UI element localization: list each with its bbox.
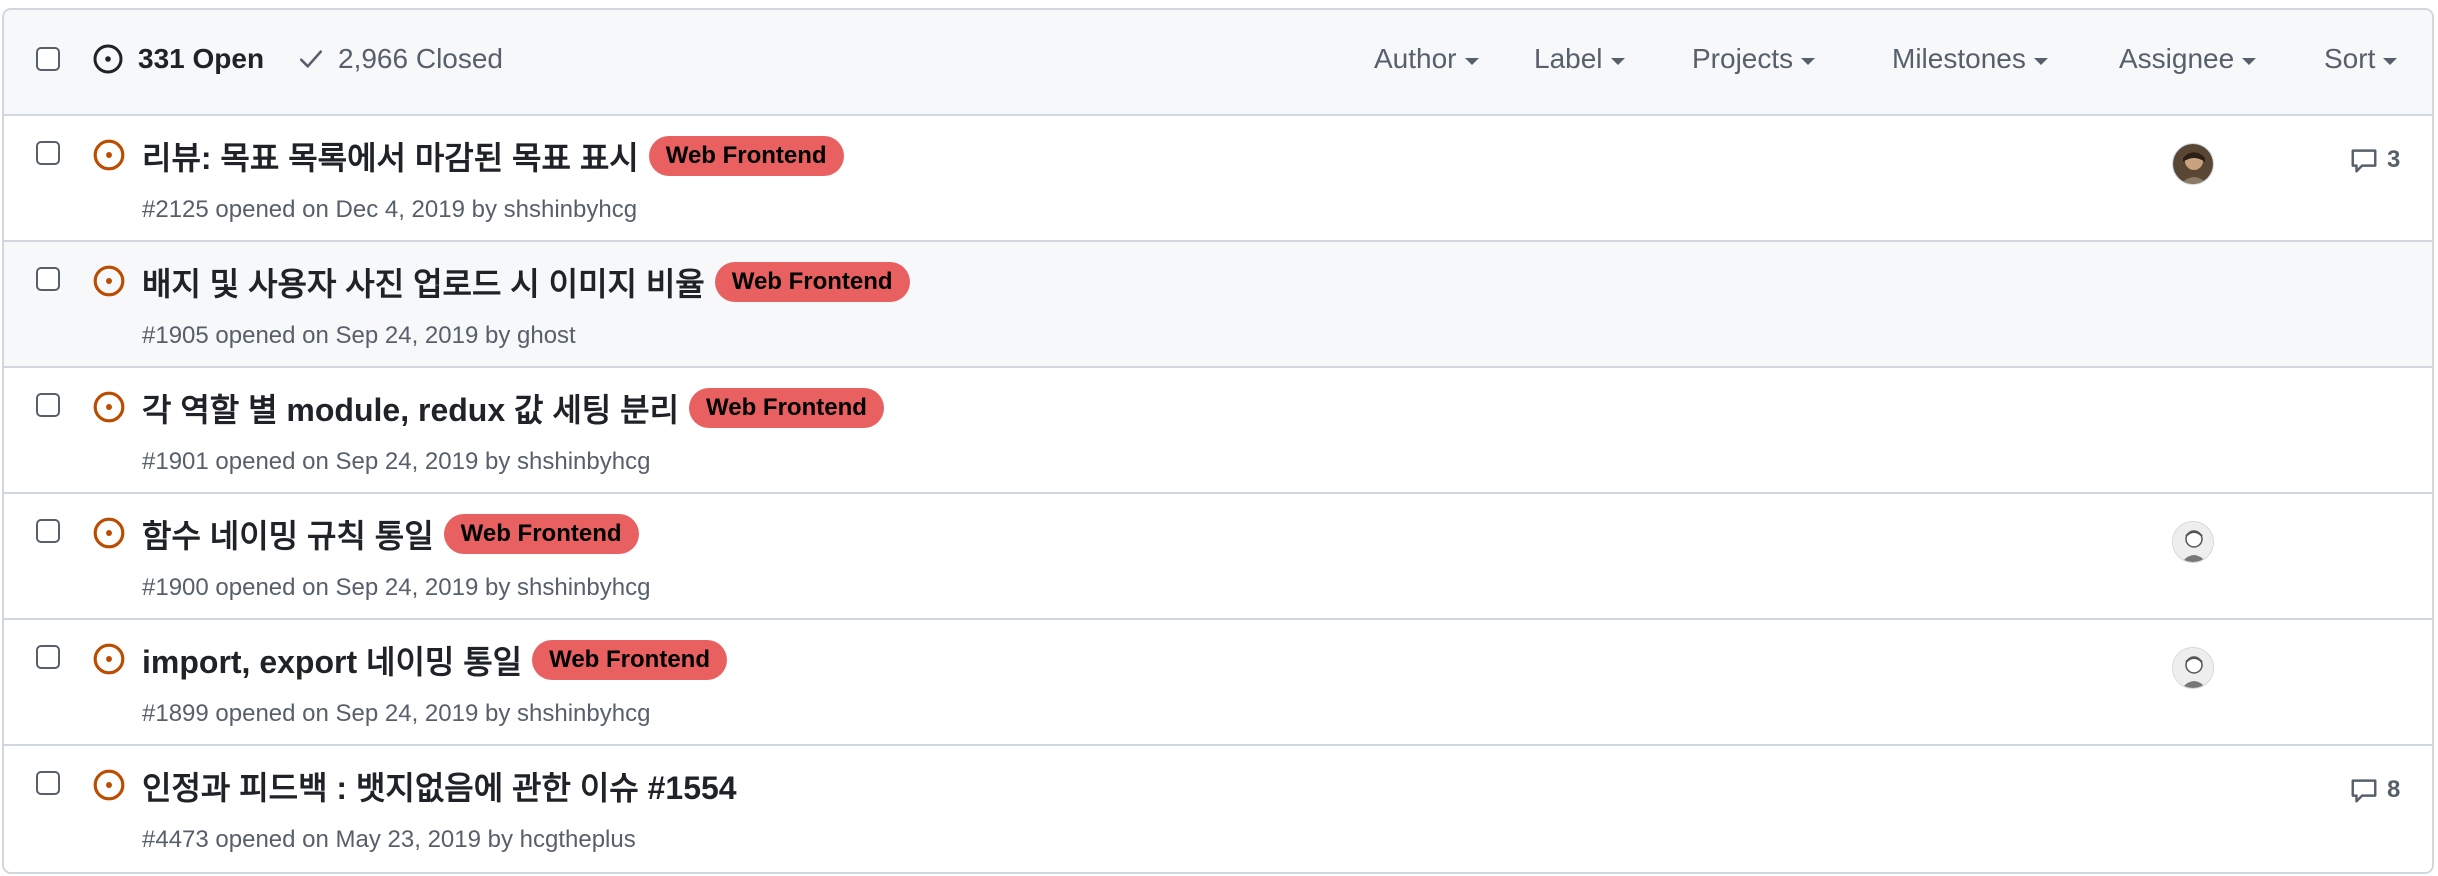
sort-filter[interactable]: Sort xyxy=(2324,39,2398,79)
caret-down-icon xyxy=(1464,57,1479,65)
issue-label[interactable]: Web Frontend xyxy=(714,262,910,302)
sort-filter-label: Sort xyxy=(2324,43,2376,74)
author-filter[interactable]: Author xyxy=(1374,39,1479,79)
issue-title-line: 리뷰: 목표 목록에서 마감된 목표 표시 Web Frontend xyxy=(142,134,844,178)
issue-title-link[interactable]: 배지 및 사용자 사진 업로드 시 이미지 비율 xyxy=(142,259,705,305)
open-issues-tab[interactable]: 331 Open xyxy=(92,39,264,79)
issue-checkbox[interactable] xyxy=(36,141,60,165)
author-filter-label: Author xyxy=(1374,43,1457,74)
issue-checkbox[interactable] xyxy=(36,267,60,291)
issue-row[interactable]: 리뷰: 목표 목록에서 마감된 목표 표시 Web Frontend #2125… xyxy=(4,116,2432,242)
select-all-checkbox[interactable] xyxy=(36,47,60,71)
issue-title-link[interactable]: 인정과 피드백 : 뱃지없음에 관한 이슈 #1554 xyxy=(142,763,737,809)
cartoon-avatar-icon xyxy=(2173,648,2213,688)
assignee-filter[interactable]: Assignee xyxy=(2119,39,2257,79)
issue-meta: #1905 opened on Sep 24, 2019 by ghost xyxy=(142,322,576,349)
closed-issues-tab[interactable]: 2,966 Closed xyxy=(298,39,503,79)
comments-link[interactable]: 3 xyxy=(2349,142,2400,178)
issue-opened-icon xyxy=(93,44,123,74)
assignee-avatar[interactable] xyxy=(2172,647,2214,689)
issue-checkbox[interactable] xyxy=(36,519,60,543)
issue-checkbox[interactable] xyxy=(36,771,60,795)
assignee-filter-label: Assignee xyxy=(2119,43,2235,74)
milestones-filter-label: Milestones xyxy=(1892,43,2026,74)
caret-down-icon xyxy=(2033,57,2048,65)
issue-opened-icon xyxy=(93,391,125,423)
assignee-avatar[interactable] xyxy=(2172,521,2214,563)
caret-down-icon xyxy=(2242,57,2257,65)
comment-count: 3 xyxy=(2387,146,2401,173)
issue-row[interactable]: import, export 네이밍 통일 Web Frontend #1899… xyxy=(4,620,2432,746)
issue-title-line: import, export 네이밍 통일 Web Frontend xyxy=(142,638,727,682)
assignee-avatar[interactable] xyxy=(2172,143,2214,185)
issue-meta: #4473 opened on May 23, 2019 by hcgthepl… xyxy=(142,826,636,853)
comment-icon xyxy=(2351,149,2377,173)
comment-icon xyxy=(2351,779,2377,803)
projects-filter-label: Projects xyxy=(1692,43,1794,74)
issue-checkbox[interactable] xyxy=(36,393,60,417)
cartoon-avatar-icon xyxy=(2173,522,2213,562)
issue-title-link[interactable]: import, export 네이밍 통일 xyxy=(142,637,522,683)
issue-title-line: 인정과 피드백 : 뱃지없음에 관한 이슈 #1554 xyxy=(142,764,737,808)
check-icon xyxy=(299,50,323,68)
issue-meta: #2125 opened on Dec 4, 2019 by shshinbyh… xyxy=(142,196,638,223)
issue-label[interactable]: Web Frontend xyxy=(443,514,639,554)
issue-title-line: 배지 및 사용자 사진 업로드 시 이미지 비율 Web Frontend xyxy=(142,260,910,304)
issue-title-link[interactable]: 함수 네이밍 규칙 통일 xyxy=(142,511,434,557)
issue-row[interactable]: 각 역할 별 module, redux 값 세팅 분리 Web Fronten… xyxy=(4,368,2432,494)
issue-title-link[interactable]: 리뷰: 목표 목록에서 마감된 목표 표시 xyxy=(142,133,639,179)
issue-meta: #1901 opened on Sep 24, 2019 by shshinby… xyxy=(142,448,651,475)
issue-row[interactable]: 배지 및 사용자 사진 업로드 시 이미지 비율 Web Frontend #1… xyxy=(4,242,2432,368)
caret-down-icon xyxy=(2383,57,2398,65)
issue-meta: #1899 opened on Sep 24, 2019 by shshinby… xyxy=(142,700,651,727)
issue-opened-icon xyxy=(93,643,125,675)
issue-label[interactable]: Web Frontend xyxy=(648,136,844,176)
projects-filter[interactable]: Projects xyxy=(1692,39,1816,79)
comment-count: 8 xyxy=(2387,776,2401,803)
milestones-filter[interactable]: Milestones xyxy=(1892,39,2048,79)
issue-title-link[interactable]: 각 역할 별 module, redux 값 세팅 분리 xyxy=(142,385,679,431)
issue-title-line: 함수 네이밍 규칙 통일 Web Frontend xyxy=(142,512,639,556)
issues-list-header: 331 Open 2,966 Closed Author Label Proje… xyxy=(4,10,2432,116)
issue-opened-icon xyxy=(93,769,125,801)
issue-opened-icon xyxy=(93,517,125,549)
issue-opened-icon xyxy=(93,139,125,171)
issue-row[interactable]: 함수 네이밍 규칙 통일 Web Frontend #1900 opened o… xyxy=(4,494,2432,620)
issue-meta: #1900 opened on Sep 24, 2019 by shshinby… xyxy=(142,574,651,601)
open-count: 331 Open xyxy=(138,43,265,74)
issue-label[interactable]: Web Frontend xyxy=(532,640,727,680)
user-photo-avatar-icon xyxy=(2173,144,2213,184)
issue-opened-icon xyxy=(93,265,125,297)
issue-checkbox[interactable] xyxy=(36,645,60,669)
comments-link[interactable]: 8 xyxy=(2349,772,2400,808)
caret-down-icon xyxy=(1610,57,1625,65)
issue-row[interactable]: 인정과 피드백 : 뱃지없음에 관한 이슈 #1554 #4473 opened… xyxy=(4,746,2432,872)
issue-label[interactable]: Web Frontend xyxy=(689,388,884,428)
caret-down-icon xyxy=(1801,57,1816,65)
label-filter-label: Label xyxy=(1534,43,1603,74)
label-filter[interactable]: Label xyxy=(1534,39,1625,79)
closed-count: 2,966 Closed xyxy=(338,43,504,74)
issues-list-box: 331 Open 2,966 Closed Author Label Proje… xyxy=(2,8,2434,874)
issue-title-line: 각 역할 별 module, redux 값 세팅 분리 Web Fronten… xyxy=(142,386,884,430)
